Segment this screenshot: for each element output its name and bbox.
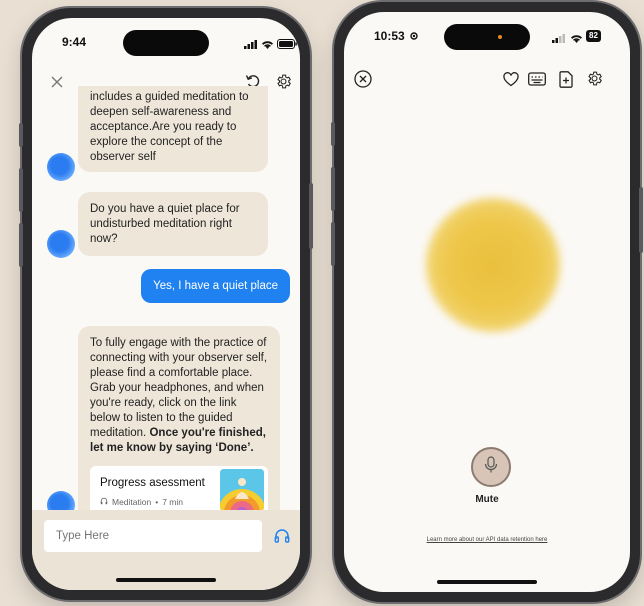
status-time: 9:44 xyxy=(62,35,87,49)
assistant-avatar xyxy=(47,230,75,258)
chat-screen: 9:44 includes a guided meditation to dee… xyxy=(32,18,300,590)
focus-icon xyxy=(409,30,419,44)
signal-icon xyxy=(244,38,258,52)
mute-button[interactable] xyxy=(471,447,511,487)
keyboard-icon[interactable] xyxy=(526,68,548,90)
card-duration: 7 min xyxy=(162,497,183,507)
user-message: Yes, I have a quiet place xyxy=(141,269,290,303)
home-indicator xyxy=(116,578,216,582)
heart-icon[interactable] xyxy=(500,68,522,90)
headphones-icon[interactable] xyxy=(271,525,293,547)
wifi-icon xyxy=(570,32,583,46)
message-text: Yes, I have a quiet place xyxy=(153,280,278,292)
status-time: 10:53 xyxy=(374,29,405,43)
right-phone: 10:53 82 Mute Learn more about our API d… xyxy=(331,2,643,602)
mute-label: Mute xyxy=(475,494,499,505)
message-text: Do you have a quiet place for undisturbe… xyxy=(90,203,240,245)
add-document-icon[interactable] xyxy=(555,68,577,90)
message-text: To fully engage with the practice of con… xyxy=(90,337,268,439)
assistant-avatar xyxy=(47,491,75,510)
headphones-icon xyxy=(100,495,108,510)
chat-messages: includes a guided meditation to deepen s… xyxy=(32,86,300,510)
home-indicator xyxy=(437,580,537,584)
assistant-avatar xyxy=(47,153,75,181)
status-bar: 9:44 xyxy=(32,32,300,52)
card-type: Meditation xyxy=(112,497,152,507)
voice-screen: 10:53 82 Mute Learn more about our API d… xyxy=(344,12,630,592)
battery-level: 82 xyxy=(586,30,601,42)
bot-message-3: To fully engage with the practice of con… xyxy=(78,326,280,510)
signal-icon xyxy=(552,32,566,46)
status-bar: 10:53 82 xyxy=(344,26,630,46)
composer-bar xyxy=(32,510,300,590)
card-separator: • xyxy=(155,497,159,507)
message-input[interactable] xyxy=(44,520,262,552)
battery-icon xyxy=(277,38,297,52)
card-thumbnail xyxy=(220,469,264,510)
bot-message-2: Do you have a quiet place for undisturbe… xyxy=(78,192,268,256)
voice-orb xyxy=(424,196,562,334)
data-retention-link[interactable]: Learn more about our API data retention … xyxy=(344,537,630,543)
left-phone: 9:44 includes a guided meditation to dee… xyxy=(19,8,313,600)
wifi-icon xyxy=(261,38,274,52)
gear-icon[interactable] xyxy=(583,67,605,89)
meditation-card[interactable]: Progress asessment Meditation • 7 min xyxy=(90,466,268,510)
bot-message-1: includes a guided meditation to deepen s… xyxy=(78,86,268,172)
close-circle-icon[interactable] xyxy=(352,68,374,90)
microphone-icon xyxy=(484,455,498,479)
message-text: includes a guided meditation to deepen s… xyxy=(90,91,249,163)
